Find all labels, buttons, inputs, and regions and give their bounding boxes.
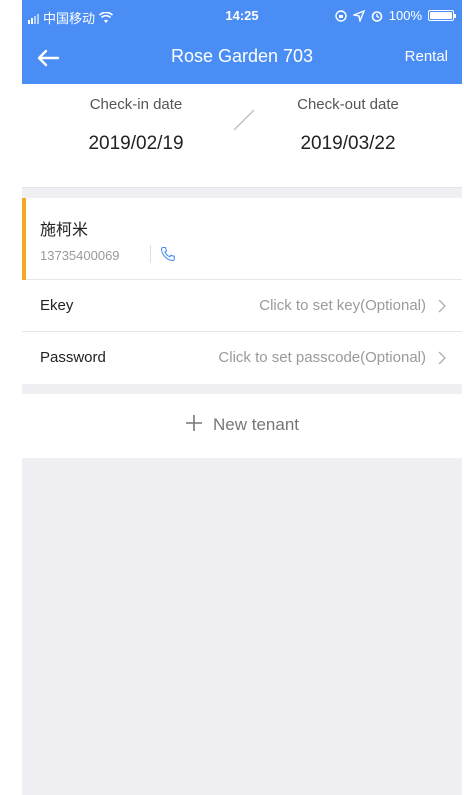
checkin-section[interactable]: Check-in date 2019/02/19 <box>46 96 226 155</box>
ekey-label: Ekey <box>40 297 74 314</box>
password-label: Password <box>40 349 106 366</box>
ekey-row[interactable]: Ekey Click to set key(Optional) <box>22 280 462 332</box>
battery-label: 100% <box>388 8 422 23</box>
lock-rotation-icon <box>335 9 347 22</box>
tenant-phone: 13735400069 <box>40 248 120 263</box>
phone-separator <box>150 245 151 263</box>
new-tenant-button[interactable]: New tenant <box>22 394 462 458</box>
tenant-header[interactable]: 施柯米 13735400069 <box>22 198 462 280</box>
checkout-label: Check-out date <box>297 96 399 113</box>
new-tenant-content: New tenant <box>22 414 462 435</box>
password-row[interactable]: Password Click to set passcode(Optional) <box>22 332 462 384</box>
new-tenant-label: New tenant <box>213 415 299 434</box>
tenant-card: 施柯米 13735400069 Ekey Click to set key(Op… <box>22 198 462 384</box>
status-bar: 中国移动 14:25 100% <box>22 0 462 30</box>
date-divider-icon <box>233 109 255 131</box>
location-icon <box>352 9 365 22</box>
checkout-value: 2019/03/22 <box>300 133 396 154</box>
header: 中国移动 14:25 100% Rose Garden 703 Rental <box>22 0 462 84</box>
checkin-value: 2019/02/19 <box>88 133 184 154</box>
nav-bar: Rose Garden 703 Rental <box>22 38 462 78</box>
checkout-section[interactable]: Check-out date 2019/03/22 <box>258 96 438 155</box>
battery-icon <box>428 10 456 21</box>
ekey-value: Click to set key(Optional) <box>259 297 426 314</box>
checkin-label: Check-in date <box>89 96 183 113</box>
tenant-name: 施柯米 <box>40 222 89 239</box>
chevron-right-icon <box>438 299 447 313</box>
screen: 中国移动 14:25 100% Rose Garden 703 Rental C… <box>22 0 462 795</box>
chevron-right-icon <box>438 351 447 365</box>
page-title: Rose Garden 703 <box>170 46 314 66</box>
password-value: Click to set passcode(Optional) <box>218 349 426 366</box>
alarm-icon <box>371 10 383 22</box>
plus-icon <box>186 415 202 431</box>
status-right: 100% <box>335 8 456 23</box>
rental-button[interactable]: Rental <box>405 48 448 65</box>
phone-icon[interactable] <box>160 246 176 262</box>
tenant-accent-bar <box>22 198 26 280</box>
dates-panel: Check-in date 2019/02/19 Check-out date … <box>22 84 462 188</box>
